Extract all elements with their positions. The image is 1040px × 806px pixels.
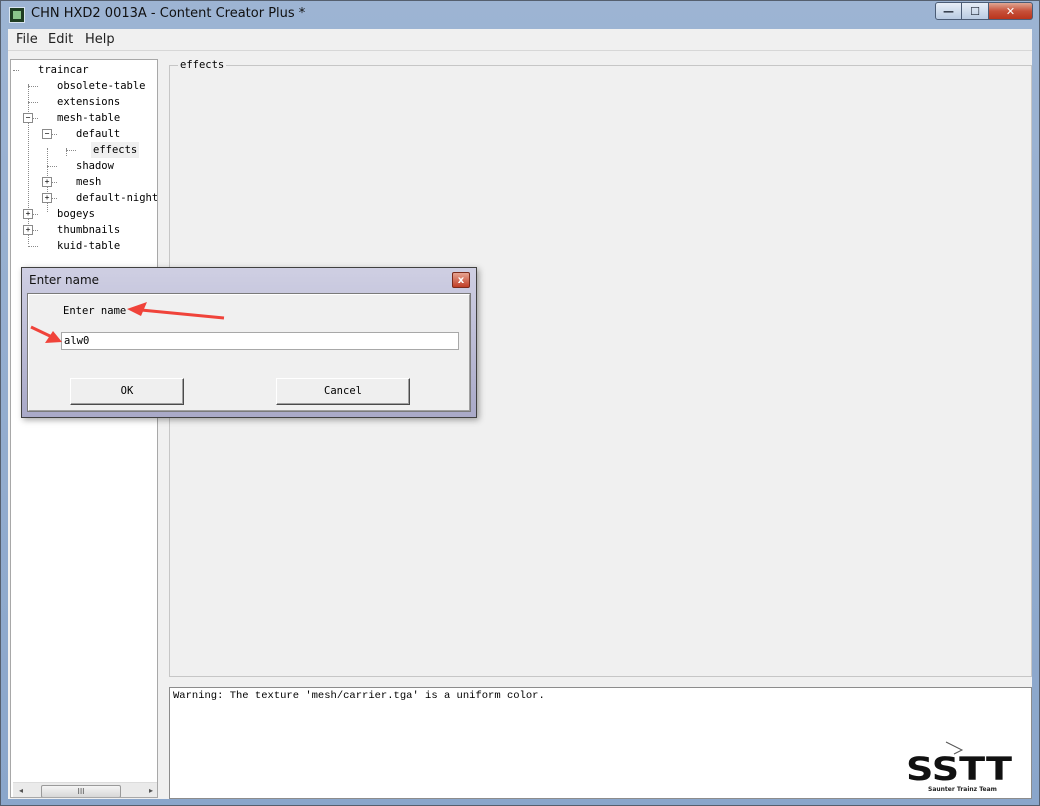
collapse-icon[interactable]: − xyxy=(42,129,52,139)
tree-item-label: effects xyxy=(91,142,140,158)
tree-item-label: default xyxy=(76,128,121,140)
tree-item-label: traincar xyxy=(38,64,89,76)
app-icon[interactable] xyxy=(9,7,25,23)
tree-connector xyxy=(47,166,57,167)
enter-name-label: Enter name xyxy=(63,305,127,317)
tree-item-label: mesh-table xyxy=(57,112,121,124)
tree-connector xyxy=(28,246,38,247)
dialog-title: Enter name xyxy=(29,273,100,287)
scroll-left-icon[interactable]: ◂ xyxy=(13,783,29,797)
dialog-body: Enter name OK Cancel xyxy=(27,293,471,412)
expand-icon[interactable]: + xyxy=(23,209,33,219)
watermark-logo: SSTT Saunter Trainz Team xyxy=(906,741,1012,793)
tree-item-label: thumbnails xyxy=(57,224,121,236)
title-bar[interactable]: CHN HXD2 0013A - Content Creator Plus * … xyxy=(1,1,1039,29)
tree-item-label: extensions xyxy=(57,96,121,108)
close-button[interactable]: ✕ xyxy=(989,2,1033,20)
ok-button[interactable]: OK xyxy=(70,378,184,405)
log-line: Warning: The texture 'mesh/carrier.tga' … xyxy=(173,690,545,702)
tree-connector xyxy=(28,86,38,87)
log-output[interactable]: Warning: The texture 'mesh/carrier.tga' … xyxy=(169,687,1032,799)
client-area: traincar obsolete-table extensions − mes… xyxy=(8,51,1032,799)
tree-item-label: default-night- xyxy=(76,192,158,204)
expand-icon[interactable]: + xyxy=(23,225,33,235)
tree-item-label: bogeys xyxy=(57,208,95,220)
tree-horizontal-scrollbar[interactable]: ◂ III ▸ xyxy=(13,782,157,797)
menu-edit[interactable]: Edit xyxy=(48,32,73,47)
menu-help[interactable]: Help xyxy=(85,32,115,47)
scroll-right-icon[interactable]: ▸ xyxy=(143,783,157,797)
expand-icon[interactable]: + xyxy=(42,177,52,187)
minimize-button[interactable]: — xyxy=(935,2,962,20)
watermark-caption: Saunter Trainz Team xyxy=(928,786,997,793)
window-controls: — ☐ ✕ xyxy=(935,2,1033,20)
cancel-button[interactable]: Cancel xyxy=(276,378,410,405)
expand-icon[interactable]: + xyxy=(42,193,52,203)
tree-item-label: shadow xyxy=(76,160,114,172)
menu-file[interactable]: File xyxy=(16,32,38,47)
scrollbar-thumb[interactable]: III xyxy=(41,785,121,797)
menu-bar: File Edit Help xyxy=(8,29,1032,51)
dialog-close-button[interactable]: x xyxy=(452,272,470,288)
watermark-logo-text: SSTT xyxy=(906,750,1012,788)
collapse-icon[interactable]: − xyxy=(23,113,33,123)
tree-connector xyxy=(28,84,29,244)
tree-view[interactable]: traincar obsolete-table extensions − mes… xyxy=(10,59,158,798)
tree-connector xyxy=(28,102,38,103)
tree-connector xyxy=(13,70,19,71)
tree-connector xyxy=(66,150,76,151)
window-title: CHN HXD2 0013A - Content Creator Plus * xyxy=(31,6,306,21)
tree-item-label: kuid-table xyxy=(57,240,121,252)
enter-name-dialog: Enter name x Enter name OK Cancel xyxy=(21,267,477,418)
name-input[interactable] xyxy=(61,332,459,350)
effects-groupbox-title: effects xyxy=(178,59,227,71)
tree-item-label: mesh xyxy=(76,176,102,188)
tree-item-label: obsolete-table xyxy=(57,80,146,92)
maximize-button[interactable]: ☐ xyxy=(962,2,989,20)
